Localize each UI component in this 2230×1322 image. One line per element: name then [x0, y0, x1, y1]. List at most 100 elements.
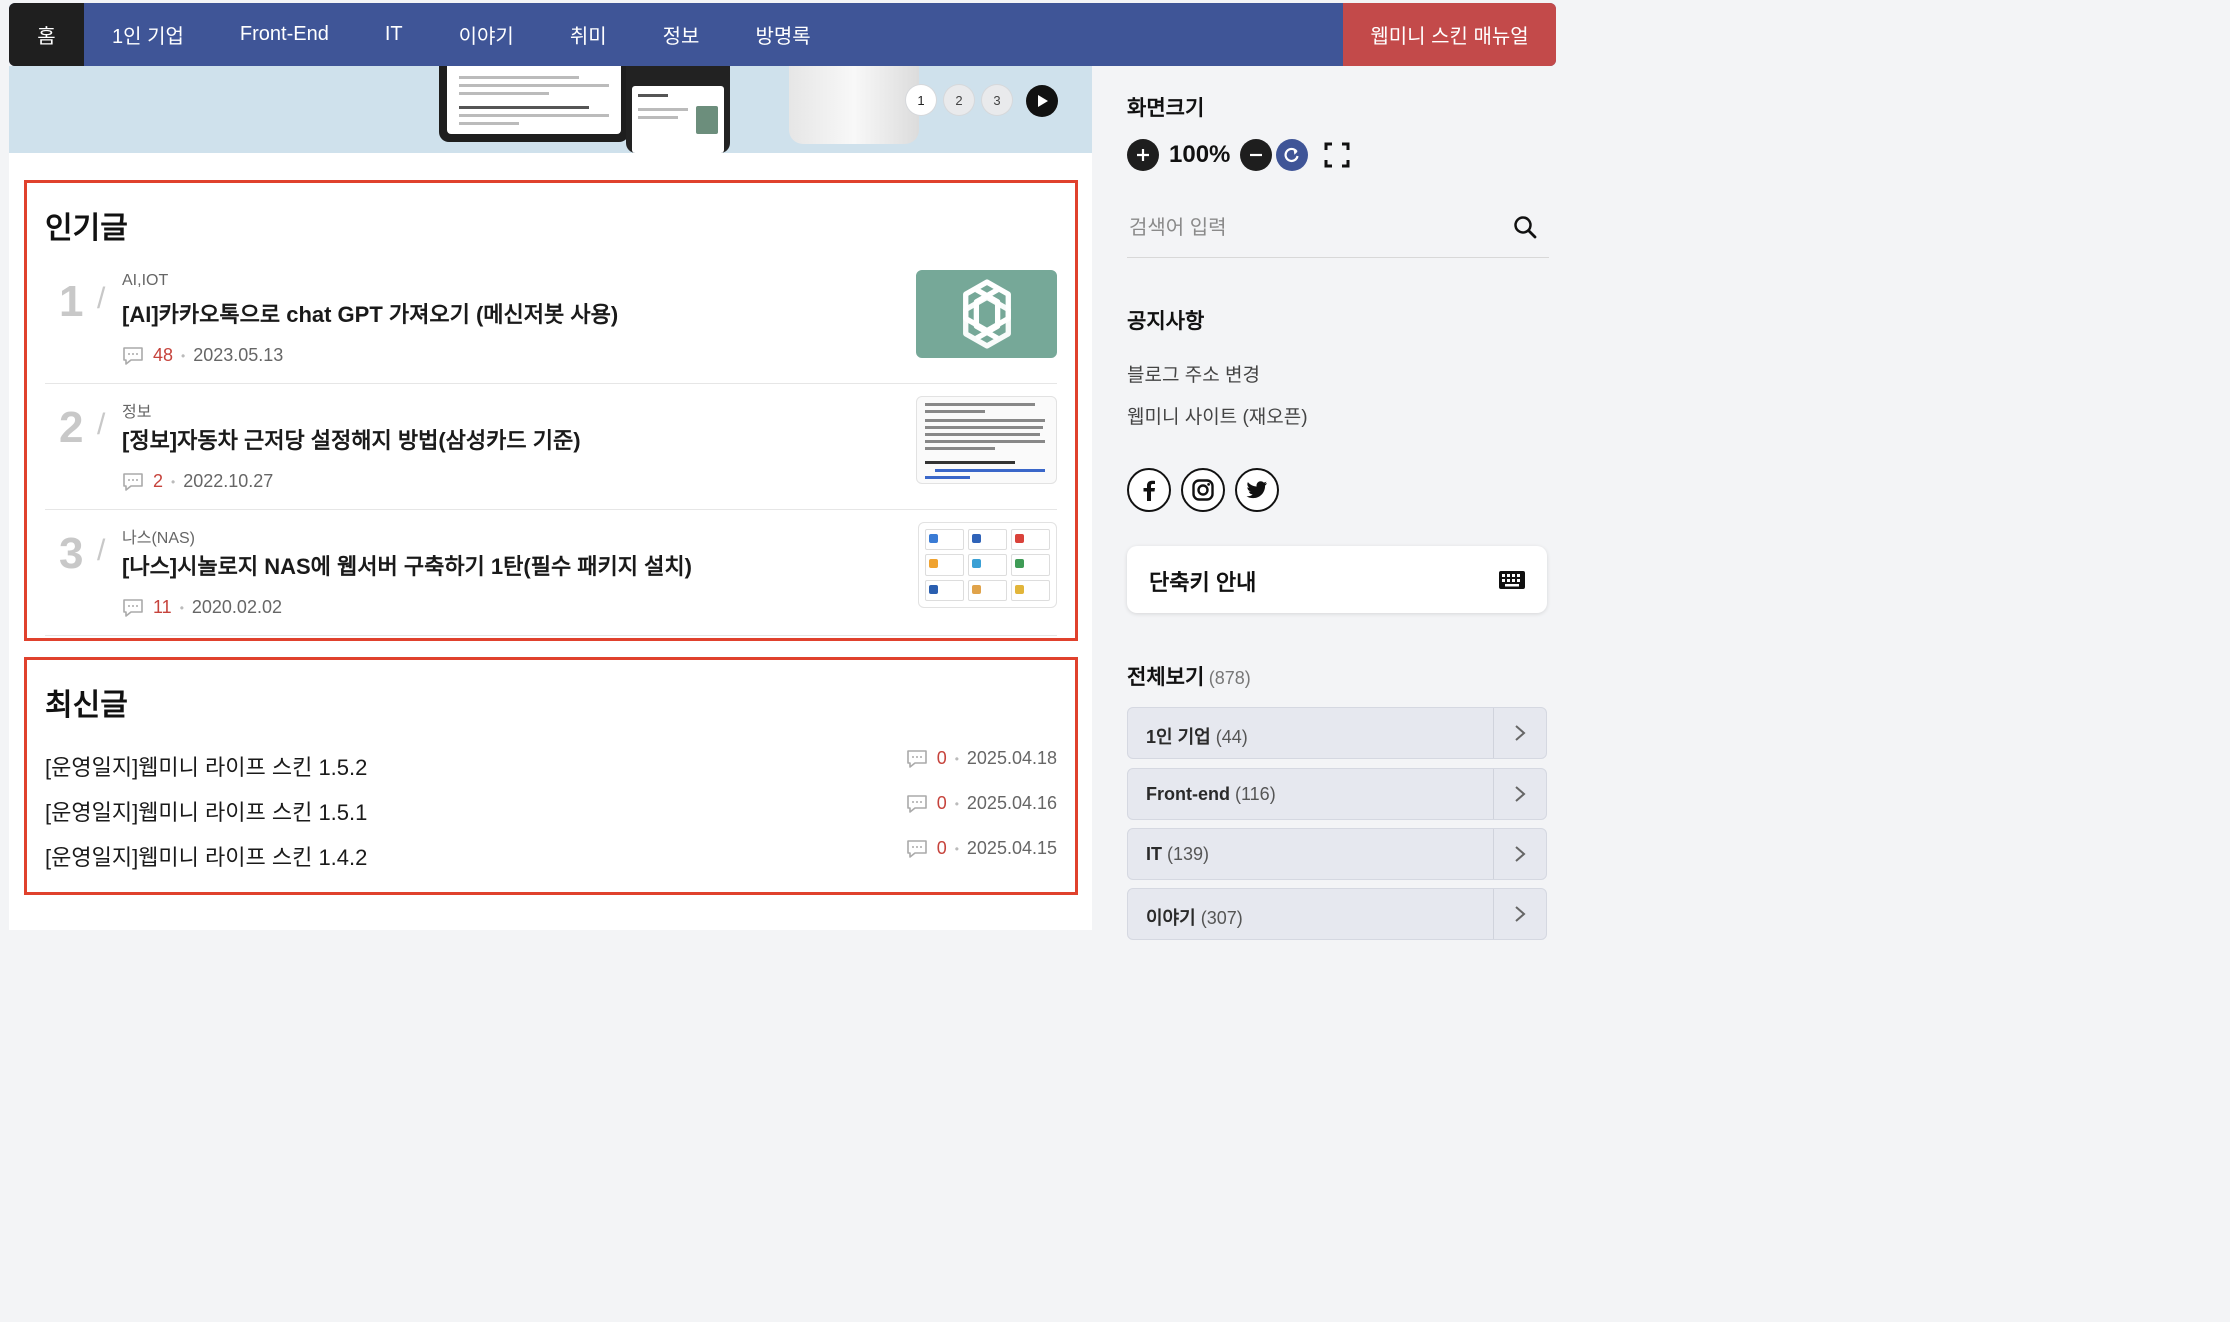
all-posts-count: (878): [1208, 668, 1251, 688]
rank-number: 3: [59, 529, 84, 578]
banner-tablet-image: [439, 66, 629, 142]
rank-divider: /: [97, 534, 106, 567]
category-count: (307): [1200, 908, 1243, 928]
slider-page-1[interactable]: 1: [906, 85, 936, 115]
post-title[interactable]: [나스]시놀로지 NAS에 웹서버 구축하기 1탄(필수 패키지 설치): [122, 549, 692, 581]
banner-slider[interactable]: 1 2 3: [9, 66, 1092, 153]
post-meta: 0 • 2025.04.18: [906, 748, 1057, 769]
nav-item-hobby[interactable]: 취미: [542, 3, 635, 66]
play-icon[interactable]: [1026, 85, 1058, 117]
fullscreen-icon: [1324, 142, 1350, 168]
rank-number: 1: [59, 277, 84, 326]
instagram-icon[interactable]: [1181, 468, 1225, 512]
post-date: 2020.02.02: [191, 597, 282, 617]
post-meta: 2 • 2022.10.27: [122, 471, 273, 492]
facebook-icon[interactable]: [1127, 468, 1171, 512]
category-name: Front-end: [1146, 784, 1230, 804]
slider-page-3[interactable]: 3: [982, 85, 1012, 115]
popular-posts-section: 인기글 1 / AI,IOT [AI]카카오톡으로 chat GPT 가져오기 …: [24, 180, 1078, 641]
category-count: (139): [1167, 844, 1210, 864]
post-thumbnail[interactable]: [918, 522, 1057, 608]
comment-icon: [123, 598, 143, 617]
search-icon[interactable]: [1513, 215, 1537, 239]
comment-count: 0: [936, 793, 947, 813]
popular-post-item[interactable]: 1 / AI,IOT [AI]카카오톡으로 chat GPT 가져오기 (메신저…: [45, 257, 1057, 384]
popular-post-item[interactable]: 3 / 나스(NAS) [나스]시놀로지 NAS에 웹서버 구축하기 1탄(필수…: [45, 509, 1057, 636]
all-posts-label: 전체보기: [1127, 666, 1205, 689]
search-box: [1127, 201, 1549, 258]
popular-posts-title: 인기글: [45, 212, 128, 245]
post-date: 2025.04.16: [966, 793, 1057, 813]
notice-link[interactable]: 웹미니 사이트 (재오픈): [1127, 402, 1308, 429]
keyboard-icon: [1499, 571, 1525, 589]
nav-item-story[interactable]: 이야기: [431, 3, 542, 66]
comment-count: 0: [936, 838, 947, 858]
recent-posts-section: 최신글 [운영일지]웹미니 라이프 스킨 1.5.2 0 • 2025.04.1…: [24, 657, 1078, 895]
comment-count: 0: [936, 748, 947, 768]
refresh-icon: [1284, 147, 1299, 163]
nav-home[interactable]: 홈: [9, 3, 84, 66]
post-title[interactable]: [정보]자동차 근저당 설정해지 방법(삼성카드 기준): [122, 423, 581, 455]
chevron-right-icon[interactable]: [1493, 889, 1546, 939]
recent-post-item[interactable]: [운영일지]웹미니 라이프 스킨 1.5.2 0 • 2025.04.18: [45, 746, 1057, 786]
category-name: 1인 기업: [1146, 727, 1211, 747]
chevron-right-icon[interactable]: [1493, 708, 1546, 758]
category-count: (44): [1215, 727, 1248, 747]
post-title[interactable]: [AI]카카오톡으로 chat GPT 가져오기 (메신저봇 사용): [122, 297, 618, 329]
recent-post-item[interactable]: [운영일지]웹미니 라이프 스킨 1.5.1 0 • 2025.04.16: [45, 791, 1057, 831]
nav-item-info[interactable]: 정보: [635, 3, 728, 66]
post-date: 2022.10.27: [183, 471, 274, 491]
shortcut-guide-button[interactable]: 단축키 안내: [1127, 546, 1547, 613]
minus-icon: [1250, 153, 1263, 157]
category-name: IT: [1146, 844, 1162, 864]
twitter-icon[interactable]: [1235, 468, 1279, 512]
nav-item-guestbook[interactable]: 방명록: [727, 3, 838, 66]
comment-icon: [906, 749, 927, 768]
comment-count: 11: [153, 597, 172, 617]
chevron-right-icon[interactable]: [1493, 829, 1546, 879]
social-links: [1127, 468, 1279, 512]
nav-item-one-person-business[interactable]: 1인 기업: [84, 3, 212, 66]
post-title[interactable]: [운영일지]웹미니 라이프 스킨 1.5.2: [45, 750, 367, 782]
category-item-one-person-business[interactable]: 1인 기업 (44): [1127, 707, 1547, 759]
category-name: 이야기: [1146, 908, 1196, 928]
category-item-it[interactable]: IT (139): [1127, 828, 1547, 880]
recent-post-item[interactable]: [운영일지]웹미니 라이프 스킨 1.4.2 0 • 2025.04.15: [45, 836, 1057, 876]
post-meta: 48 • 2023.05.13: [122, 345, 283, 366]
nav-item-front-end[interactable]: Front-End: [212, 3, 357, 66]
post-category[interactable]: 정보: [122, 398, 151, 422]
post-date: 2025.04.15: [966, 838, 1057, 858]
post-category[interactable]: 나스(NAS): [122, 524, 195, 548]
chevron-right-icon[interactable]: [1493, 769, 1546, 819]
zoom-in-button[interactable]: [1127, 139, 1159, 171]
post-thumbnail[interactable]: [916, 270, 1057, 358]
shortcut-guide-label: 단축키 안내: [1149, 570, 1257, 595]
zoom-reset-button[interactable]: [1276, 139, 1309, 171]
notice-link[interactable]: 블로그 주소 변경: [1127, 360, 1260, 387]
post-meta: 0 • 2025.04.15: [906, 838, 1057, 859]
zoom-controls: 100%: [1127, 139, 1352, 171]
post-title[interactable]: [운영일지]웹미니 라이프 스킨 1.4.2: [45, 840, 367, 872]
category-item-front-end[interactable]: Front-end (116): [1127, 768, 1547, 820]
category-item-story[interactable]: 이야기 (307): [1127, 888, 1547, 940]
rank-number: 2: [59, 403, 84, 452]
screen-size-title: 화면크기: [1127, 97, 1205, 120]
zoom-out-button[interactable]: [1240, 139, 1273, 171]
search-input[interactable]: [1127, 211, 1501, 245]
recent-posts-title: 최신글: [45, 689, 128, 722]
fullscreen-button[interactable]: [1322, 140, 1352, 170]
top-navigation: 홈 1인 기업 Front-End IT 이야기 취미 정보 방명록 웹미니 스…: [9, 3, 1556, 66]
post-category[interactable]: AI,IOT: [122, 272, 168, 290]
post-meta: 0 • 2025.04.16: [906, 793, 1057, 814]
post-title[interactable]: [운영일지]웹미니 라이프 스킨 1.5.1: [45, 795, 367, 827]
popular-post-item[interactable]: 2 / 정보 [정보]자동차 근저당 설정해지 방법(삼성카드 기준) 2 • …: [45, 383, 1057, 510]
all-posts-heading[interactable]: 전체보기 (878): [1127, 661, 1251, 691]
banner-monitor-image: [789, 66, 919, 144]
comment-icon: [906, 839, 927, 858]
nav-item-it[interactable]: IT: [357, 3, 431, 66]
main-content: 1 2 3 인기글 1 / AI,IOT [AI]카카오톡으로 chat GPT…: [9, 66, 1092, 930]
skin-manual-button[interactable]: 웹미니 스킨 매뉴얼: [1343, 3, 1556, 66]
slider-page-2[interactable]: 2: [944, 85, 974, 115]
post-thumbnail[interactable]: [916, 396, 1057, 484]
comment-count: 48: [153, 345, 174, 365]
